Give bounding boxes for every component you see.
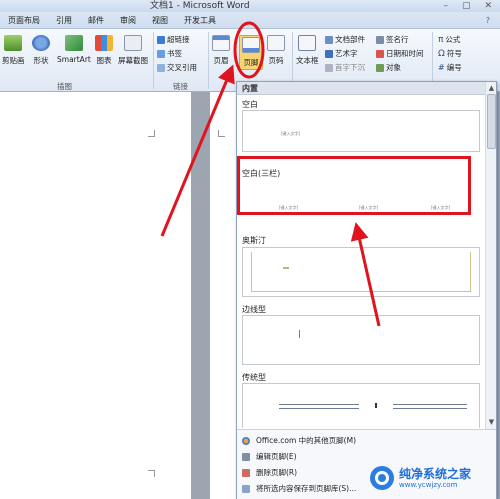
window-title: 文档1 - Microsoft Word [150, 1, 250, 11]
number-icon: # [438, 63, 445, 72]
traditional-page-number [375, 403, 377, 408]
date-time-icon [376, 49, 384, 58]
placeholder-text: [键入文字] [281, 131, 301, 136]
save-selection-to-footer-gallery[interactable]: 将所选内容保存到页脚库(S)... [242, 483, 356, 494]
scroll-down-icon[interactable]: ▼ [487, 418, 496, 427]
group-label-illustrations: 插图 [57, 82, 72, 91]
gallery-item-austin[interactable] [242, 247, 480, 297]
object-button[interactable]: 对象 [376, 62, 401, 73]
pi-icon: π [438, 34, 444, 45]
tab-developer[interactable]: 开发工具 [176, 12, 224, 29]
bookmark-button[interactable]: 书签 [157, 48, 182, 59]
page-number-button[interactable]: 页码 [267, 35, 285, 66]
watermark-logo-icon [370, 466, 394, 490]
maximize-button[interactable]: ▢ [462, 0, 471, 12]
save-to-gallery-icon [242, 484, 250, 493]
signature-line-icon [376, 35, 384, 44]
window-controls: – ▢ ✕ [443, 0, 492, 12]
delete-footer-icon [242, 468, 250, 477]
page-number-icon [267, 35, 285, 51]
signature-line-button[interactable]: 签名行 [376, 34, 409, 45]
scroll-up-icon[interactable]: ▲ [487, 84, 496, 93]
edit-footer-menu-item[interactable]: 编辑页脚(E) [242, 451, 297, 462]
margin-corner [148, 130, 155, 137]
document-page[interactable] [0, 92, 191, 499]
cross-reference-button[interactable]: 交叉引用 [157, 62, 197, 73]
header-icon [212, 35, 230, 51]
numbering-button[interactable]: # 编号 [438, 62, 462, 73]
quick-parts-icon [325, 35, 333, 44]
office-icon [242, 436, 250, 445]
austin-marker [283, 267, 289, 269]
title-bar: 文档1 - Microsoft Word – ▢ ✕ [0, 0, 500, 12]
gallery-item-title: 空白 [242, 100, 258, 109]
annotation-highlight-box [237, 156, 471, 215]
gallery-item-sideline[interactable] [242, 315, 480, 365]
traditional-rule [279, 404, 359, 405]
gallery-section-header: 内置 [237, 82, 486, 95]
clipart-button[interactable]: 剪贴画 [2, 35, 25, 66]
footer-button[interactable]: 页脚 [239, 35, 263, 70]
austin-frame [251, 252, 471, 292]
margin-corner [148, 470, 155, 477]
group-label-links: 链接 [173, 82, 188, 91]
minimize-button[interactable]: – [443, 0, 448, 12]
gallery-scrollbar[interactable]: ▲ ▼ [485, 82, 496, 429]
tab-mailings[interactable]: 邮件 [80, 12, 112, 29]
tab-page-layout[interactable]: 页面布局 [0, 12, 48, 29]
wordart-button[interactable]: 艺术字 [325, 48, 358, 59]
hyperlink-button[interactable]: 超链接 [157, 34, 190, 45]
clipart-icon [4, 35, 23, 51]
textbox-button[interactable]: 文本框 [296, 35, 319, 66]
cross-reference-icon [157, 63, 165, 72]
traditional-rule [393, 408, 467, 409]
traditional-rule [279, 408, 359, 409]
gallery-item-title: 奥斯汀 [242, 236, 266, 245]
help-icon[interactable]: ? [486, 12, 490, 29]
remove-footer-menu-item[interactable]: 删除页脚(R) [242, 467, 297, 478]
close-button[interactable]: ✕ [484, 0, 492, 12]
scroll-thumb[interactable] [487, 94, 496, 149]
equation-button[interactable]: π 公式 [438, 34, 460, 45]
symbol-button[interactable]: Ω 符号 [438, 48, 462, 59]
drop-cap-button[interactable]: 首字下沉 [325, 62, 365, 73]
gallery-item-blank[interactable]: [键入文字] [242, 110, 480, 152]
site-watermark: 纯净系统之家 www.ycwjzy.com [369, 463, 494, 493]
textbox-icon [298, 35, 317, 51]
ribbon-tab-bar: 页面布局 引用 邮件 审阅 视图 开发工具 ? [0, 12, 500, 29]
smartart-icon [64, 35, 83, 51]
shapes-button[interactable]: 形状 [32, 35, 50, 66]
shapes-icon [32, 35, 50, 51]
smartart-button[interactable]: SmartArt [57, 35, 91, 64]
more-footers-office-com[interactable]: Office.com 中的其他页脚(M) [242, 435, 356, 446]
wordart-icon [325, 49, 333, 58]
omega-icon: Ω [438, 48, 445, 59]
traditional-rule [393, 404, 467, 405]
tab-view[interactable]: 视图 [144, 12, 176, 29]
group-separator [208, 32, 209, 89]
hyperlink-icon [157, 35, 165, 44]
bookmark-icon [157, 49, 165, 58]
gallery-item-title: 传统型 [242, 373, 266, 382]
chart-button[interactable]: 图表 [95, 35, 113, 66]
gallery-item-traditional[interactable] [242, 383, 480, 428]
quick-parts-button[interactable]: 文档部件 [325, 34, 365, 45]
screenshot-button[interactable]: 屏幕截图 [118, 35, 148, 66]
drop-cap-icon [325, 63, 333, 72]
footer-gallery-dropdown: 内置 ▲ ▼ 空白 [键入文字] 空白(三栏) [键入文字] [键入文字] [键… [236, 81, 497, 499]
header-button[interactable]: 页眉 [212, 35, 230, 66]
tab-references[interactable]: 引用 [48, 12, 80, 29]
sideline-bar [299, 330, 300, 338]
object-icon [376, 63, 384, 72]
chart-icon [95, 35, 113, 51]
edit-footer-icon [242, 452, 250, 461]
date-time-button[interactable]: 日期和时间 [376, 48, 424, 59]
tab-review[interactable]: 审阅 [112, 12, 144, 29]
group-separator [153, 32, 154, 89]
screenshot-icon [124, 35, 142, 51]
margin-corner [218, 130, 225, 137]
footer-icon [242, 37, 260, 53]
watermark-text: 纯净系统之家 www.ycwjzy.com [399, 466, 472, 489]
gallery-item-title: 边线型 [242, 305, 266, 314]
